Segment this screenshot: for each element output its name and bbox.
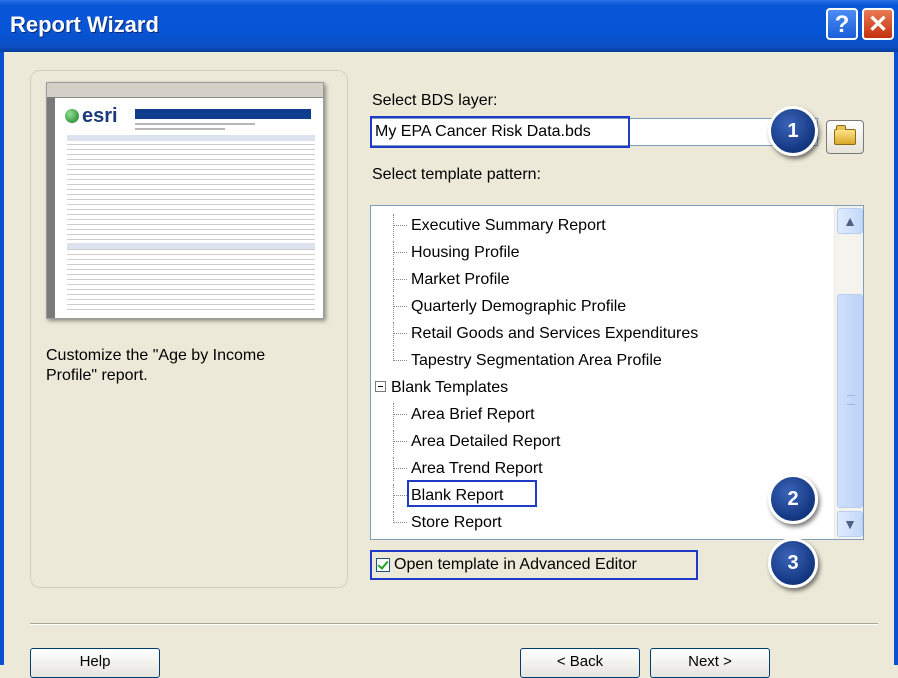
next-button[interactable]: Next > [650,648,770,678]
close-button[interactable]: ✕ [862,8,894,40]
preview-line [135,128,225,130]
title-bar: Report Wizard ? ✕ [0,0,898,52]
tree-item-store-report[interactable]: Store Report [371,511,831,535]
advanced-editor-highlight-box [370,550,698,580]
scroll-down-icon[interactable]: ▼ [837,511,863,537]
callout-3: 3 [768,538,818,588]
tree-item-area-detailed-report[interactable]: Area Detailed Report [371,430,831,454]
bds-highlight-box [370,116,630,148]
tree-item-tapestry-segmentation[interactable]: Tapestry Segmentation Area Profile [371,349,831,373]
tree-item-executive-summary-report[interactable]: Executive Summary Report [371,214,831,238]
preview-header-bar [135,109,311,119]
help-button[interactable]: ? [826,8,858,40]
preview-description: Customize the "Age by Income Profile" re… [46,347,266,384]
scroll-up-icon[interactable]: ▲ [837,208,863,234]
button-separator [30,623,878,625]
globe-icon [65,109,79,123]
tree-item-retail-goods-expenditures[interactable]: Retail Goods and Services Expenditures [371,322,831,346]
window-title: Report Wizard [10,12,159,37]
preview-table [67,135,315,311]
tree-item-market-profile[interactable]: Market Profile [371,268,831,292]
tree-item-quarterly-demographic-profile[interactable]: Quarterly Demographic Profile [371,295,831,319]
report-preview-thumbnail: esri [46,82,324,319]
tree-group-blank-templates[interactable]: Blank Templates [371,376,831,400]
grip-icon [847,395,855,405]
browse-button[interactable] [826,120,864,154]
preview-toolbar [47,83,323,98]
esri-logo: esri [65,105,118,128]
preview-table-header [67,135,315,141]
preview-table-header [67,243,315,249]
vertical-scrollbar[interactable]: ▲ ▼ [834,206,863,539]
preview-line [135,123,255,125]
scroll-thumb[interactable] [837,294,863,508]
template-label: Select template pattern: [372,166,541,183]
blank-report-highlight-box [407,480,537,507]
open-folder-icon [834,125,856,145]
tree-item-housing-profile[interactable]: Housing Profile [371,241,831,265]
bds-label: Select BDS layer: [372,92,498,109]
preview-sidebar [47,97,55,318]
help-footer-button[interactable]: Help [30,648,160,678]
tree-item-area-trend-report[interactable]: Area Trend Report [371,457,831,481]
tree-item-area-brief-report[interactable]: Area Brief Report [371,403,831,427]
callout-2: 2 [768,474,818,524]
back-button[interactable]: < Back [520,648,640,678]
callout-1: 1 [768,106,818,156]
collapse-icon[interactable] [375,381,386,392]
